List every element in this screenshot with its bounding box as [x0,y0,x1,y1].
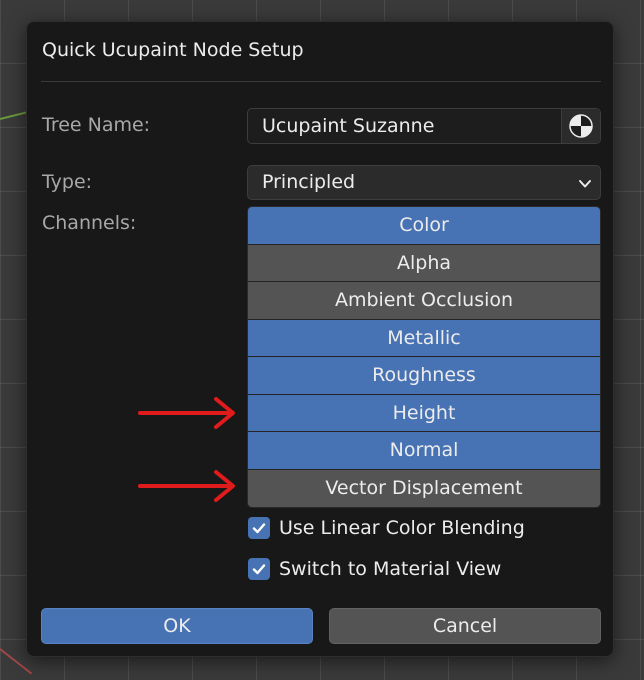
linear-blending-checkbox[interactable] [248,517,270,539]
checkmark-icon [252,523,266,534]
channel-toggle-height[interactable]: Height [248,394,600,432]
tree-name-value: Ucupaint Suzanne [262,115,435,137]
type-value: Principled [262,171,356,193]
title-divider [41,81,601,82]
shading-sphere-icon[interactable] [561,109,600,143]
quick-setup-dialog: Quick Ucupaint Node Setup Tree Name: Ucu… [26,21,614,657]
channel-toggle-normal[interactable]: Normal [248,432,600,470]
type-dropdown[interactable]: Principled [247,165,601,200]
channel-toggle-roughness[interactable]: Roughness [248,357,600,395]
channel-toggle-ambient-occlusion[interactable]: Ambient Occlusion [248,282,600,320]
channel-toggle-color[interactable]: Color [248,207,600,245]
tree-name-field[interactable]: Ucupaint Suzanne [247,108,601,144]
type-label: Type: [42,171,93,193]
channels-list: Color Alpha Ambient Occlusion Metallic R… [247,206,601,508]
linear-blending-option[interactable]: Use Linear Color Blending [248,515,525,541]
channels-label: Channels: [42,212,137,234]
chevron-down-icon [578,176,592,195]
ok-button[interactable]: OK [41,608,313,644]
dialog-title: Quick Ucupaint Node Setup [42,39,304,61]
material-view-label: Switch to Material View [279,558,502,580]
red-arrow-vector-displacement-icon [138,470,235,502]
linear-blending-label: Use Linear Color Blending [279,517,525,539]
material-view-option[interactable]: Switch to Material View [248,556,501,582]
channel-toggle-alpha[interactable]: Alpha [248,244,600,282]
red-arrow-height-icon [138,397,235,429]
checkmark-icon [252,564,266,575]
material-view-checkbox[interactable] [248,558,270,580]
tree-name-label: Tree Name: [42,114,151,136]
cancel-button[interactable]: Cancel [329,608,601,644]
channel-toggle-metallic[interactable]: Metallic [248,319,600,357]
channel-toggle-vector-displacement[interactable]: Vector Displacement [248,469,600,507]
